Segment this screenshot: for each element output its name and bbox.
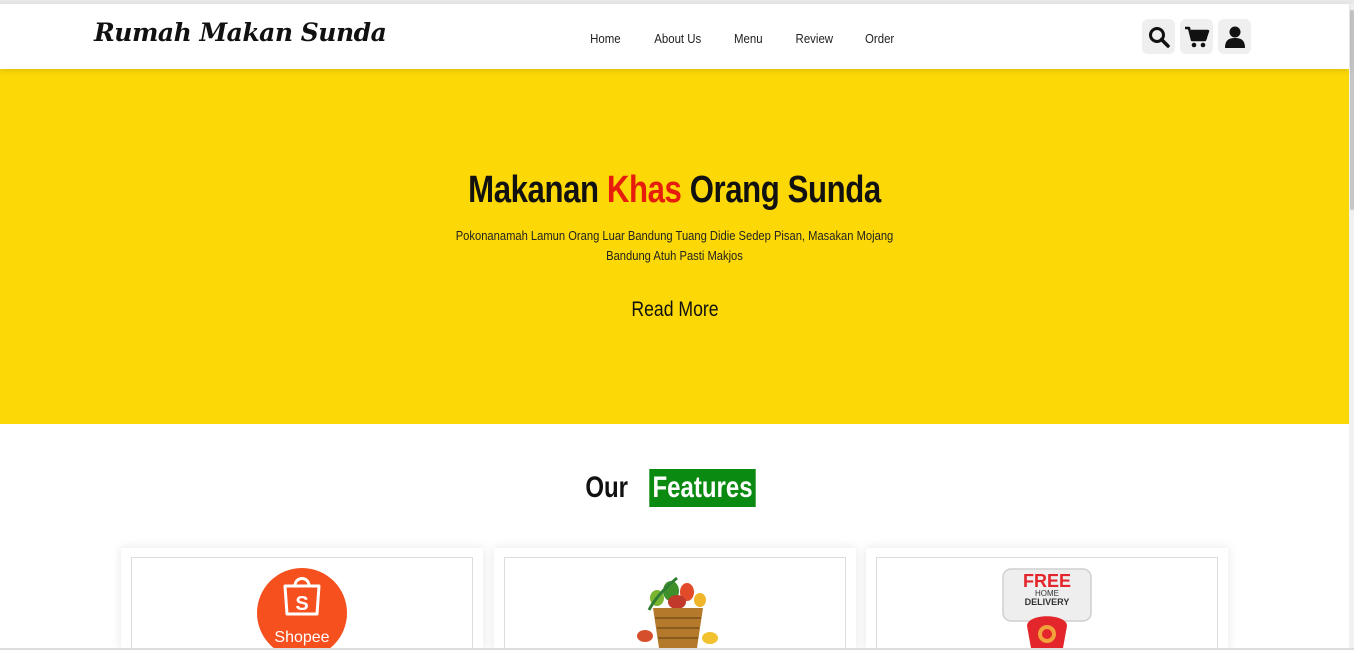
feature-card[interactable] — [494, 548, 856, 650]
shopee-logo-image: S Shopee — [257, 568, 347, 650]
brand-logo[interactable]: Rumah Makan Sunda — [94, 18, 387, 47]
nav-review[interactable]: Review — [795, 31, 833, 46]
delivery-free-text: FREE — [1023, 571, 1071, 591]
feature-card[interactable]: FREE HOME DELIVERY — [866, 548, 1228, 650]
features-heading-highlight: Features — [649, 469, 756, 507]
hero-title: Makanan Khas Orang Sunda — [121, 169, 1227, 212]
free-home-delivery-image: FREE HOME DELIVERY — [1002, 568, 1092, 648]
site-header: Rumah Makan Sunda Home About Us Menu Rev… — [0, 4, 1349, 69]
feature-card-inner: S Shopee — [131, 557, 473, 650]
hero-subtitle: Pokonanamah Lamun Orang Luar Bandung Tua… — [455, 228, 894, 263]
user-button[interactable] — [1218, 19, 1251, 54]
nav-menu[interactable]: Menu — [734, 31, 763, 46]
delivery-word-text: DELIVERY — [1025, 597, 1070, 607]
user-icon — [1224, 26, 1245, 48]
features-heading: Our Features — [0, 469, 1349, 507]
nav-home[interactable]: Home — [590, 31, 621, 46]
cart-button[interactable] — [1180, 19, 1213, 54]
search-button[interactable] — [1142, 19, 1175, 54]
feature-card[interactable]: S Shopee — [121, 548, 483, 650]
shopee-logo-text: Shopee — [274, 629, 329, 646]
hero-title-accent: Khas — [606, 169, 682, 211]
features-heading-plain: Our — [585, 471, 629, 504]
cart-icon — [1184, 26, 1209, 47]
scrollbar-thumb[interactable] — [1350, 10, 1354, 210]
feature-card-inner — [504, 557, 846, 650]
read-more-button[interactable]: Read More — [620, 295, 729, 325]
shopee-s-glyph: S — [295, 593, 308, 615]
hero-section: Makanan Khas Orang Sunda Pokonanamah Lam… — [0, 69, 1349, 424]
hero-title-before: Makanan — [468, 169, 607, 211]
nav-order[interactable]: Order — [865, 31, 894, 46]
search-icon — [1148, 26, 1170, 48]
page-scrollbar[interactable] — [1349, 4, 1354, 650]
nav-about-us[interactable]: About Us — [654, 31, 701, 46]
main-nav: Home About Us Menu Review Order — [574, 31, 911, 46]
feature-card-inner: FREE HOME DELIVERY — [876, 557, 1218, 650]
header-icons — [1142, 19, 1251, 54]
hero-title-after: Orang Sunda — [681, 169, 882, 211]
vegetable-basket-image — [637, 576, 718, 648]
